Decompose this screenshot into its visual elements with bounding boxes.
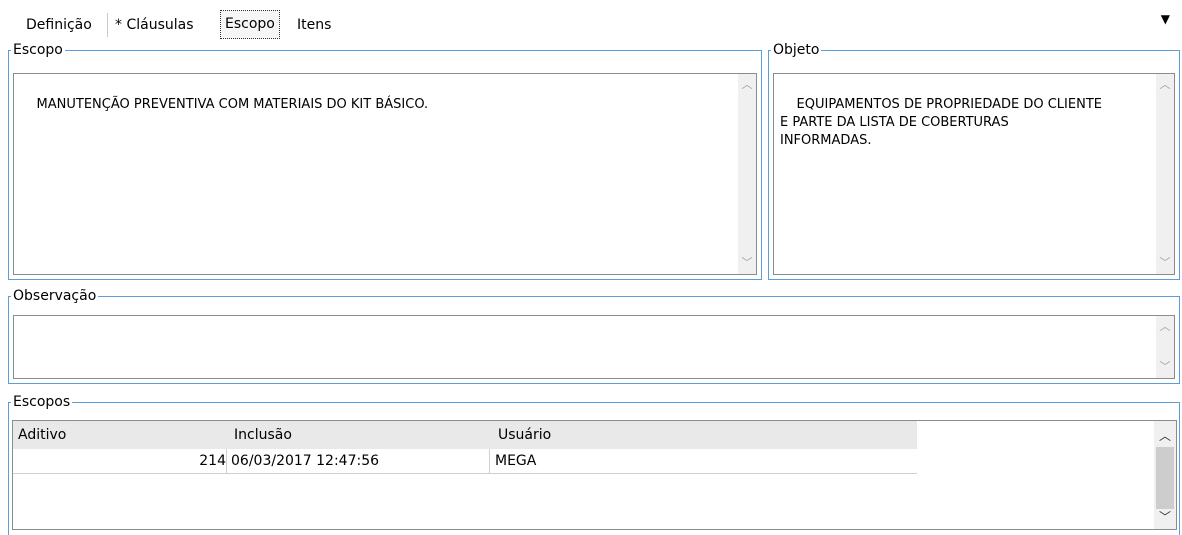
objeto-textarea[interactable]: EQUIPAMENTOS DE PROPRIEDADE DO CLIENTE E…	[773, 73, 1175, 275]
observacao-scrollbar[interactable]: ︿ ﹀	[1156, 316, 1174, 378]
chevron-down-icon[interactable]: ﹀	[738, 254, 756, 272]
chevron-down-icon[interactable]: ﹀	[1156, 254, 1174, 272]
scrollbar-thumb[interactable]	[1156, 447, 1174, 509]
grid-scrollbar[interactable]: ︿ ﹀	[1154, 421, 1176, 529]
objeto-text: EQUIPAMENTOS DE PROPRIEDADE DO CLIENTE E…	[780, 97, 1102, 148]
chevron-down-icon[interactable]: ﹀	[1156, 358, 1174, 376]
grid-header: Aditivo Inclusão Usuário	[13, 421, 917, 450]
tab-definicao[interactable]: Definição	[22, 14, 96, 36]
cell-inclusao: 06/03/2017 12:47:56	[231, 449, 490, 473]
objeto-group: Objeto EQUIPAMENTOS DE PROPRIEDADE DO CL…	[768, 41, 1180, 280]
escopos-grid[interactable]: Aditivo Inclusão Usuário 214 06/03/2017 …	[12, 420, 1177, 530]
chevron-up-icon[interactable]: ︿	[1156, 318, 1174, 336]
chevron-down-icon[interactable]: ﹀	[1154, 508, 1176, 525]
chevron-up-icon[interactable]: ︿	[1154, 427, 1176, 444]
escopo-textarea[interactable]: MANUTENÇÃO PREVENTIVA COM MATERIAIS DO K…	[13, 73, 757, 275]
cell-usuario: MEGA	[495, 453, 537, 469]
objeto-group-title: Objeto	[771, 41, 822, 59]
table-row[interactable]: 214 06/03/2017 12:47:56 MEGA	[13, 449, 917, 474]
chevron-up-icon[interactable]: ︿	[1156, 76, 1174, 94]
tab-bar: Definição * Cláusulas Escopo Itens ▼	[0, 0, 1182, 44]
cell-aditivo: 214	[13, 449, 227, 473]
tab-clausulas[interactable]: * Cláusulas	[111, 14, 198, 36]
column-header-usuario[interactable]: Usuário	[493, 421, 551, 449]
escopos-group-title: Escopos	[11, 393, 73, 411]
objeto-scrollbar[interactable]: ︿ ﹀	[1156, 74, 1174, 274]
tab-separator	[107, 13, 108, 37]
escopo-group: Escopo MANUTENÇÃO PREVENTIVA COM MATERIA…	[8, 41, 762, 280]
escopo-text: MANUTENÇÃO PREVENTIVA COM MATERIAIS DO K…	[36, 97, 429, 112]
observacao-textarea[interactable]: ︿ ﹀	[13, 315, 1175, 379]
dropdown-triangle-icon[interactable]: ▼	[1161, 12, 1170, 26]
column-header-inclusao[interactable]: Inclusão	[229, 421, 292, 449]
chevron-up-icon[interactable]: ︿	[738, 76, 756, 94]
observacao-group-title: Observação	[11, 287, 99, 305]
tab-escopo[interactable]: Escopo	[220, 10, 280, 39]
escopo-group-title: Escopo	[11, 41, 65, 59]
tab-itens[interactable]: Itens	[293, 14, 335, 36]
escopo-scrollbar[interactable]: ︿ ﹀	[738, 74, 756, 274]
observacao-group: Observação ︿ ﹀	[8, 287, 1180, 384]
column-header-aditivo[interactable]: Aditivo	[13, 421, 66, 449]
